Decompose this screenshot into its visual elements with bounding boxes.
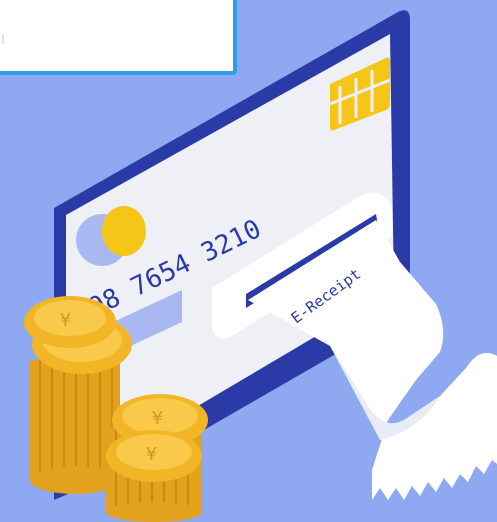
coin-stack-right: ¥ ¥: [106, 394, 208, 522]
coin-yen-icon: ¥: [60, 310, 71, 331]
card-logo-right-circle: [102, 206, 146, 256]
payment-illustration: 098 7654 3210 E-Receipt ¥ ¥ ¥: [24, 10, 497, 522]
coin-yen-icon-3: ¥: [152, 408, 163, 429]
coin-yen-icon-2: ¥: [146, 444, 157, 465]
